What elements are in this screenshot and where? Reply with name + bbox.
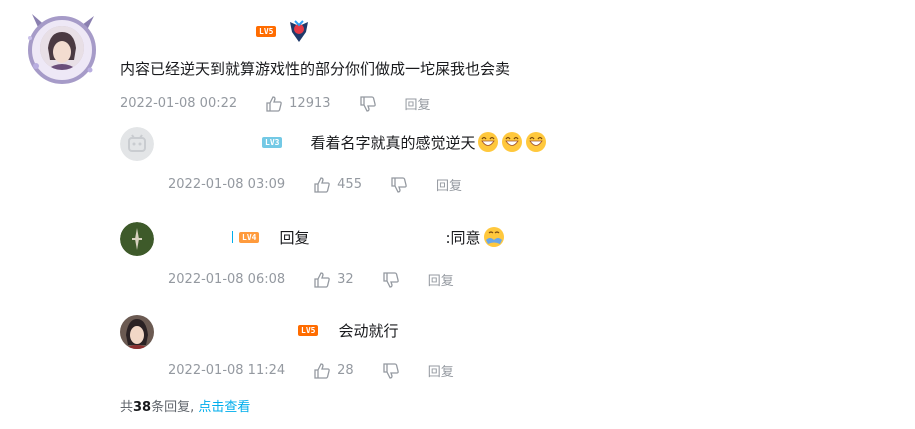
like-button[interactable]: 28: [313, 362, 354, 380]
reply-content: LV5 会动就行: [298, 319, 398, 341]
thumbs-down-icon: [383, 271, 399, 288]
reply-count-footer: 共38条回复, 点击查看: [120, 396, 250, 415]
like-count: 12913: [289, 96, 331, 111]
like-count: 28: [337, 363, 354, 378]
reply-count: 38: [133, 400, 152, 415]
reply-avatar[interactable]: [120, 127, 154, 161]
level-badge: LV5: [298, 324, 319, 336]
main-avatar[interactable]: [22, 8, 102, 88]
level-badge: LV4: [239, 231, 260, 243]
dislike-button[interactable]: [382, 362, 400, 380]
reply-item: LV4 回复 :同意 2022-01-08 06:08 32 回复: [0, 220, 915, 300]
thumbs-up-icon: [314, 176, 330, 193]
view-more-link[interactable]: 点击查看: [198, 400, 250, 415]
reply-text: :同意: [445, 228, 481, 247]
reply-button[interactable]: 回复: [428, 361, 454, 380]
reply-meta: 2022-01-08 03:09 455 回复: [168, 175, 462, 194]
grin-emoji-icon: [478, 132, 499, 152]
reply-text: 看着名字就真的感觉逆天: [310, 133, 476, 152]
grin-emoji-icon: [526, 132, 547, 152]
reply-button[interactable]: 回复: [428, 270, 454, 289]
reply-meta: 2022-01-08 06:08 32 回复: [168, 270, 454, 289]
main-meta: 2022-01-08 00:22 12913 回复: [120, 94, 431, 113]
reply-avatar[interactable]: [120, 315, 154, 349]
main-comment: LV5 内容已经逆天到就算游戏性的部分你们做成一坨屎我也会卖 2022-01-0…: [0, 0, 915, 120]
main-name-row: LV5: [256, 18, 312, 44]
dislike-button[interactable]: [382, 271, 400, 289]
reply-content: LV4 回复 :同意: [232, 226, 505, 248]
comment-time: 2022-01-08 06:08: [168, 272, 286, 287]
like-count: 32: [337, 272, 354, 287]
like-button[interactable]: 32: [313, 271, 354, 289]
main-comment-text: 内容已经逆天到就算游戏性的部分你们做成一坨屎我也会卖: [120, 60, 511, 78]
reply-count-suffix: 条回复,: [151, 400, 195, 415]
hug-emoji-icon: [483, 227, 504, 247]
comment-time: 2022-01-08 00:22: [120, 96, 238, 111]
reply-button[interactable]: 回复: [436, 175, 462, 194]
default-avatar-icon: [120, 127, 154, 161]
level-badge: LV5: [256, 25, 277, 37]
thumbs-up-icon: [314, 362, 330, 379]
comment-time: 2022-01-08 11:24: [168, 363, 286, 378]
like-button[interactable]: 12913: [265, 95, 331, 113]
reply-count-prefix: 共: [120, 400, 134, 415]
user-avatar-image: [120, 315, 154, 349]
fan-medal-icon: [290, 20, 309, 42]
name-divider: [232, 231, 233, 243]
user-avatar-image: [120, 222, 154, 256]
reply-avatar[interactable]: [120, 222, 154, 256]
level-badge: LV3: [262, 136, 283, 148]
thumbs-up-icon: [314, 271, 330, 288]
reply-prefix: 回复: [279, 228, 310, 247]
thumbs-down-icon: [359, 95, 376, 112]
grin-emoji-icon: [502, 132, 523, 152]
reply-item: LV3 看着名字就真的感觉逆天 2022-01-08 03:09 455 回复: [0, 125, 915, 205]
like-count: 455: [337, 177, 362, 192]
comment-time: 2022-01-08 03:09: [168, 177, 286, 192]
reply-meta: 2022-01-08 11:24 28 回复: [168, 361, 454, 380]
thumbs-up-icon: [266, 95, 282, 112]
reply-content: LV3 看着名字就真的感觉逆天: [262, 131, 547, 153]
main-avatar-image: [40, 26, 84, 70]
dislike-button[interactable]: [359, 95, 377, 113]
thumbs-down-icon: [391, 176, 407, 193]
reply-item: LV5 会动就行 2022-01-08 11:24 28 回复: [0, 313, 915, 393]
reply-button[interactable]: 回复: [405, 94, 431, 113]
thumbs-down-icon: [383, 362, 399, 379]
like-button[interactable]: 455: [313, 176, 362, 194]
dislike-button[interactable]: [390, 176, 408, 194]
reply-text: 会动就行: [338, 321, 399, 340]
